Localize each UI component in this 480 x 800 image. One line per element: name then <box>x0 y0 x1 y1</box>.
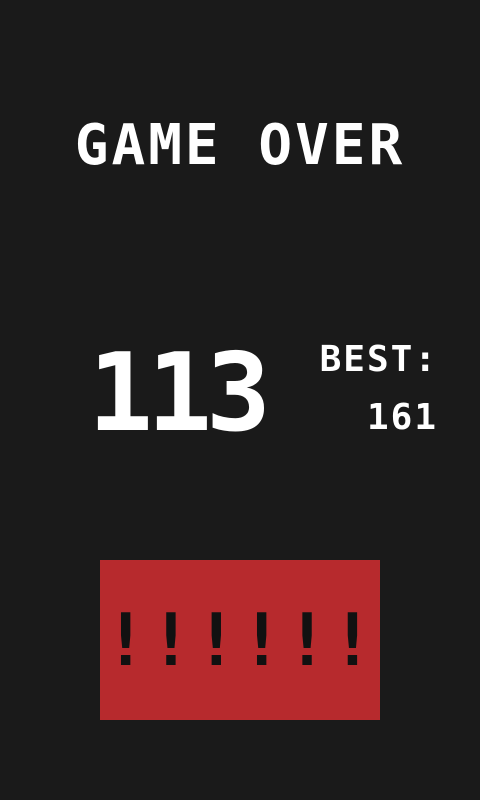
game-over-screen: GAME OVER 113 BEST: 161 !!!!!! <box>0 0 480 800</box>
best-score-value: 161 <box>366 397 438 438</box>
retry-button[interactable]: !!!!!! <box>100 560 380 720</box>
retry-button-label: !!!!!! <box>103 598 377 682</box>
final-score: 113 <box>88 331 271 456</box>
game-over-title: GAME OVER <box>74 113 406 178</box>
best-score-label: BEST: <box>319 339 438 380</box>
